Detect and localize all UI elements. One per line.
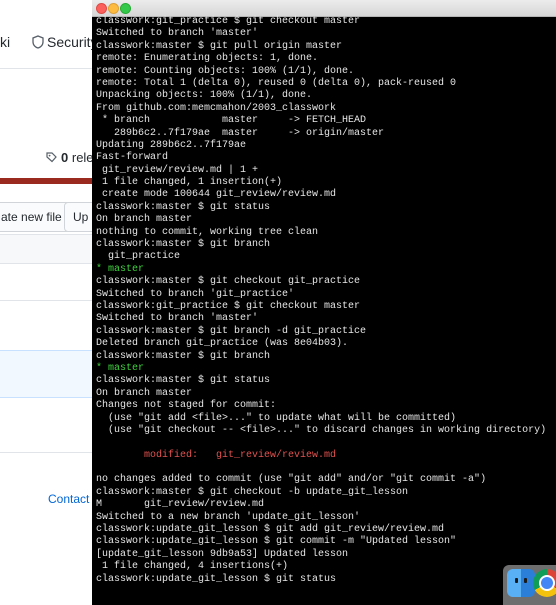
releases-link[interactable]: 0 rele — [46, 150, 94, 166]
shield-icon — [32, 35, 44, 52]
terminal-line: M git_review/review.md — [96, 499, 265, 511]
terminal-line: Unpacking objects: 100% (1/1), done. — [96, 90, 313, 102]
terminal-window[interactable]: classwork:git_practice $ git checkout ma… — [92, 0, 556, 605]
create-new-file-button[interactable]: ate new file — [0, 202, 71, 232]
terminal-line: classwork:master $ git status — [96, 201, 271, 213]
finder-icon[interactable] — [507, 569, 535, 597]
terminal-line: [update_git_lesson 9db9a53] Updated less… — [96, 548, 349, 560]
terminal-line: On branch master — [96, 387, 193, 399]
divider — [0, 68, 100, 69]
terminal-line: classwork:update_git_lesson $ git add gi… — [96, 524, 445, 536]
terminal-line: remote: Total 1 (delta 0), reused 0 (del… — [96, 77, 457, 89]
terminal-line: 1 file changed, 1 insertion(+) — [96, 177, 283, 189]
terminal-line: Switched to branch 'master' — [96, 28, 259, 40]
terminal-line: nothing to commit, working tree clean — [96, 226, 319, 238]
file-row-divider — [0, 300, 100, 301]
terminal-line: (use "git add <file>..." to update what … — [96, 412, 457, 424]
terminal-line: * master — [96, 263, 145, 275]
terminal-line: Switched to branch 'master' — [96, 313, 259, 325]
terminal-line: classwork:git_practice $ git checkout ma… — [96, 16, 361, 27]
terminal-line: remote: Counting objects: 100% (1/1), do… — [96, 65, 355, 77]
terminal-line: classwork:master $ git checkout -b updat… — [96, 486, 409, 498]
releases-count: 0 — [61, 150, 69, 165]
terminal-line: * master — [96, 362, 145, 374]
terminal-line: Deleted branch git_practice (was 8e04b03… — [96, 338, 349, 350]
terminal-line: classwork:master $ git status — [96, 375, 271, 387]
file-list-header — [0, 234, 100, 264]
terminal-line: create mode 100644 git_review/review.md — [96, 189, 337, 201]
terminal-line: classwork:update_git_lesson $ git status — [96, 573, 337, 585]
terminal-line: git_review/review.md | 1 + — [96, 164, 259, 176]
terminal-line: 1 file changed, 4 insertions(+) — [96, 561, 289, 573]
terminal-line: classwork:master $ git checkout git_prac… — [96, 276, 361, 288]
terminal-line: From github.com:memcmahon/2003_classwork — [96, 102, 337, 114]
terminal-line: classwork:master $ git branch — [96, 239, 271, 251]
terminal-line: Switched to a new branch 'update_git_les… — [96, 511, 361, 523]
minimize-window-button[interactable] — [108, 3, 119, 14]
zoom-window-button[interactable] — [120, 3, 131, 14]
tab-wiki[interactable]: ki — [0, 34, 10, 50]
terminal-line: no changes added to commit (use "git add… — [96, 474, 487, 486]
terminal-line: Switched to branch 'git_practice' — [96, 288, 295, 300]
terminal-line: * branch master -> FETCH_HEAD — [96, 115, 367, 127]
language-bar — [0, 178, 100, 184]
terminal-line: classwork:master $ git branch — [96, 350, 271, 362]
releases-label: rele — [71, 150, 94, 165]
chrome-icon[interactable] — [533, 569, 556, 597]
terminal-line: Changes not staged for commit: — [96, 400, 277, 412]
tab-security-label: Security — [47, 34, 98, 50]
terminal-line: Fast-forward — [96, 152, 169, 164]
terminal-line: modified: git_review/review.md — [96, 449, 337, 461]
dock — [503, 565, 556, 605]
terminal-line: classwork:update_git_lesson $ git commit… — [96, 536, 457, 548]
terminal-line: (use "git checkout -- <file>..." to disc… — [96, 424, 547, 436]
contact-link[interactable]: Contact — [48, 492, 89, 506]
terminal-line: classwork:git_practice $ git checkout ma… — [96, 300, 361, 312]
close-window-button[interactable] — [96, 3, 107, 14]
terminal-line: git_practice — [96, 251, 181, 263]
terminal-line: classwork:master $ git branch -d git_pra… — [96, 325, 367, 337]
file-row-divider — [0, 452, 100, 453]
terminal-output[interactable]: classwork:git_practice $ git checkout ma… — [96, 16, 556, 586]
terminal-line: 289b6c2..7f179ae master -> origin/master — [96, 127, 385, 139]
terminal-line: On branch master — [96, 214, 193, 226]
tag-icon — [46, 151, 57, 166]
highlighted-file-row — [0, 350, 100, 398]
terminal-line: classwork:master $ git pull origin maste… — [96, 40, 343, 52]
tab-security[interactable]: Security — [32, 34, 98, 52]
terminal-line: Updating 289b6c2..7f179ae — [96, 139, 247, 151]
terminal-titlebar[interactable] — [92, 0, 556, 17]
terminal-line: remote: Enumerating objects: 1, done. — [96, 53, 319, 65]
